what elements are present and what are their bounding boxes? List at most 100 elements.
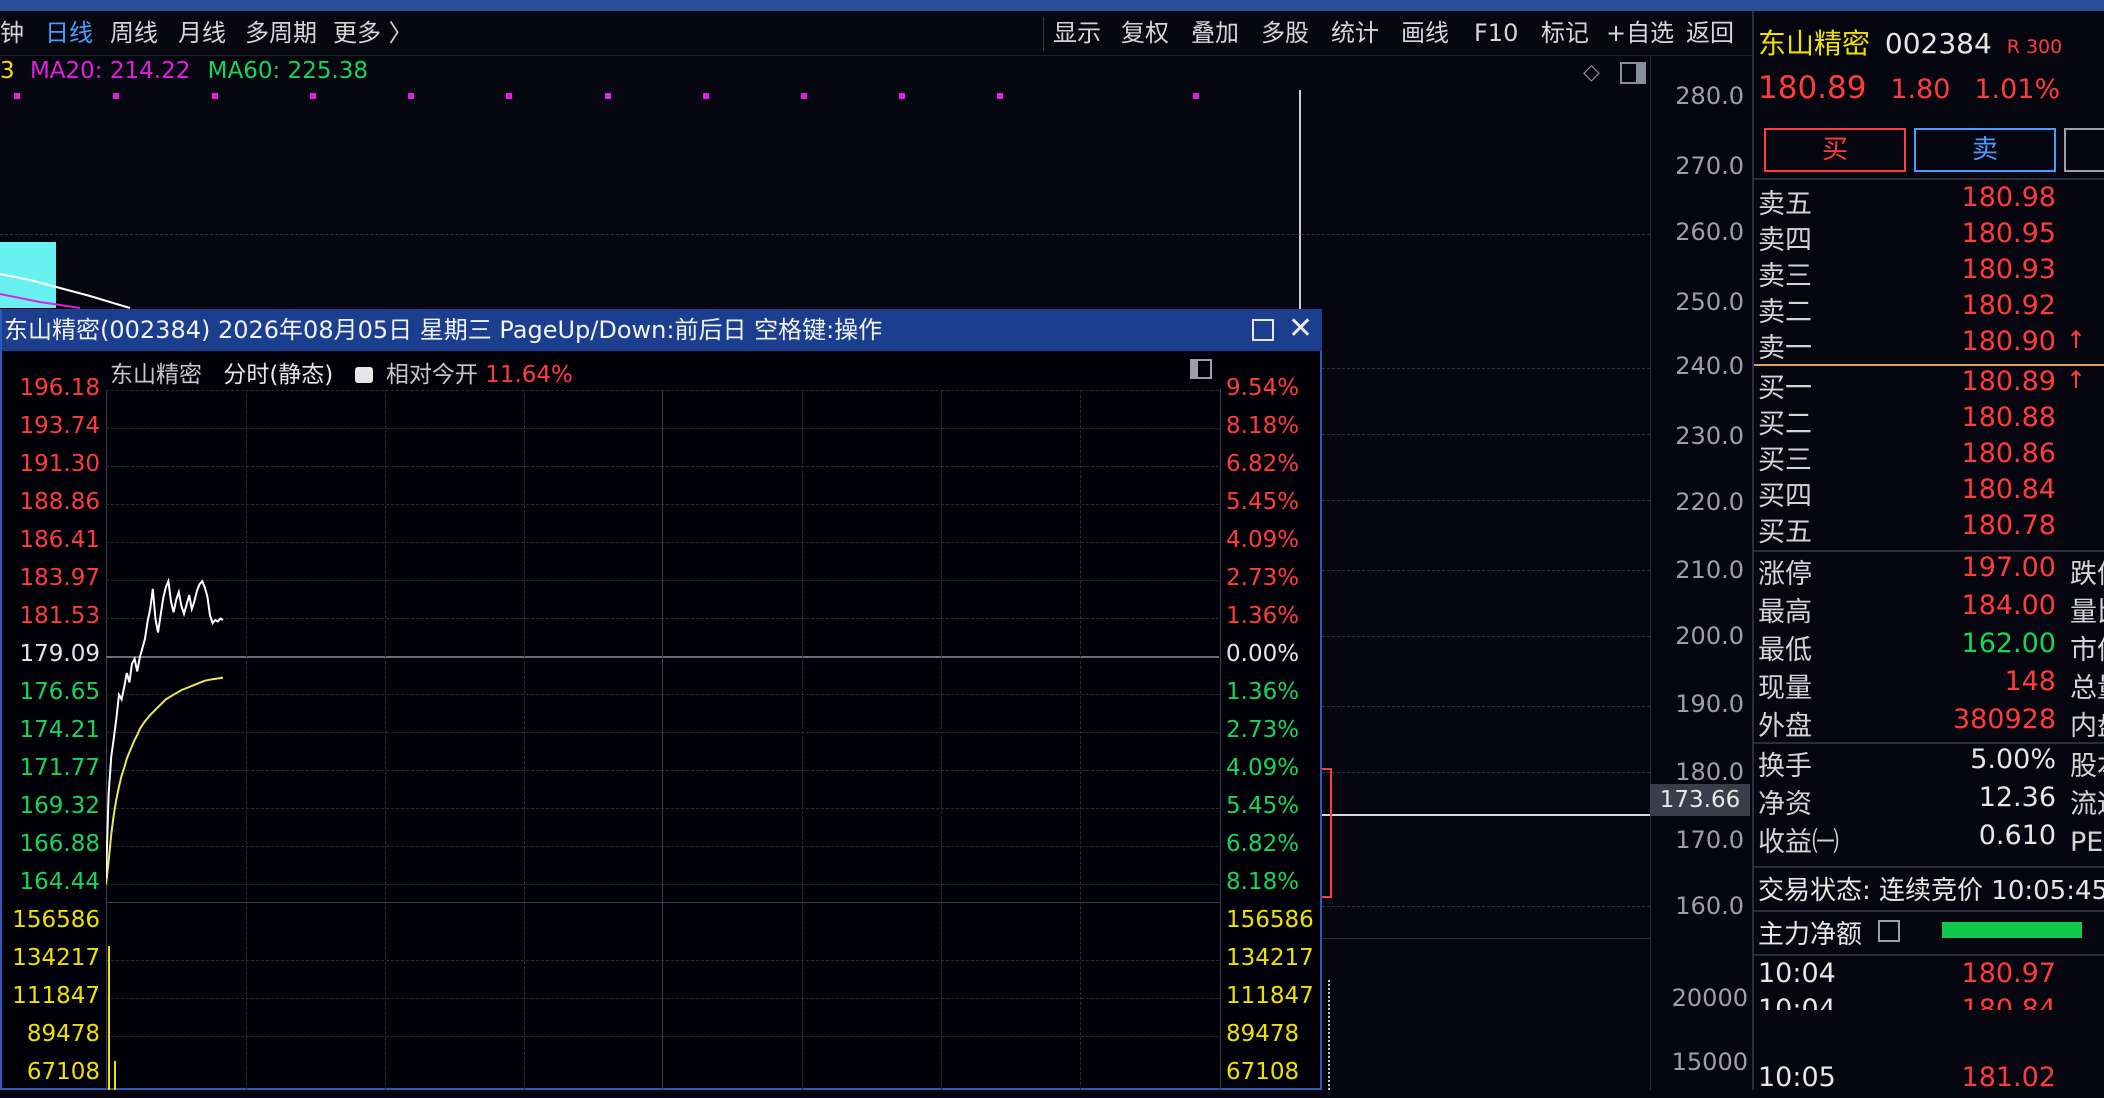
intraday-price-label: 191.30	[19, 451, 100, 477]
toolbar-button-back[interactable]: 返回	[1686, 11, 1734, 55]
ask-row: 卖二 180.92	[1758, 290, 2102, 328]
toolbar-button-adjust[interactable]: 复权	[1121, 11, 1169, 55]
ask-price: 180.92	[1961, 290, 2056, 321]
more-action-button[interactable]	[2064, 128, 2104, 172]
stat-row: 外盘 380928 内盘	[1758, 704, 2104, 742]
stat-extra-label: 内盘	[2070, 711, 2104, 742]
grid-line	[0, 234, 1650, 235]
toolbar-button-mark[interactable]: 标记	[1541, 11, 1589, 55]
main-flow-bar	[1942, 922, 2082, 938]
price-summary: 180.89 1.80 1.01%	[1758, 70, 2060, 106]
trade-status: 交易状态: 连续竞价 10:05:45	[1758, 876, 2104, 906]
list-icon[interactable]	[1878, 920, 1900, 942]
grid-line	[1322, 570, 1650, 571]
volume-divider	[1322, 938, 1650, 939]
price-tick: 160.0	[1675, 892, 1744, 920]
stat-extra-label: 总量	[2070, 673, 2104, 704]
price-tick: 230.0	[1675, 422, 1744, 450]
bid-price: 180.86	[1961, 438, 2056, 469]
bid-price: 180.88	[1961, 402, 2056, 433]
stat-extra-label: PE(动)	[2070, 827, 2104, 858]
panel-toggle-icon[interactable]	[1620, 62, 1646, 84]
volume-label: 89478	[1226, 1021, 1300, 1047]
toolbar-button-draw[interactable]: 画线	[1401, 11, 1449, 55]
maximize-icon[interactable]	[1252, 319, 1274, 341]
toolbar-button-stats[interactable]: 统计	[1331, 11, 1379, 55]
intraday-price-label: 193.74	[19, 413, 100, 439]
toolbar-button-overlay[interactable]: 叠加	[1191, 11, 1239, 55]
intraday-price-label: 174.21	[19, 717, 100, 743]
grid-line	[1322, 706, 1650, 707]
popup-stock-name: 东山精密	[110, 362, 202, 388]
stat-row: 最低 162.00 市值	[1758, 628, 2104, 666]
ask-label: 卖一	[1758, 333, 1812, 364]
signal-dot	[408, 93, 414, 99]
toolbar-item-minute[interactable]: 钟	[0, 11, 24, 55]
tick-price: 180.97	[1961, 958, 2056, 989]
grid-line	[1322, 772, 1650, 773]
signal-dot	[14, 93, 20, 99]
toolbar-item-daily[interactable]: 日线	[45, 11, 93, 55]
stat-label: 外盘	[1758, 711, 1812, 742]
intraday-pct-label: 1.36%	[1226, 679, 1300, 705]
intraday-price-label: 166.88	[19, 831, 100, 857]
panel-separator	[1754, 954, 2104, 956]
price-change: 1.80	[1890, 74, 1951, 105]
toolbar-item-more[interactable]: 更多 〉	[333, 11, 413, 55]
tick-time: 10:05	[1758, 1062, 1836, 1093]
volume-label: 134217	[1226, 945, 1314, 971]
volume-bar	[108, 946, 110, 1090]
bid-label: 买三	[1758, 445, 1812, 476]
grid-line	[1322, 500, 1650, 501]
close-icon[interactable]: ✕	[1288, 309, 1313, 349]
volume-label: 156586	[1226, 907, 1314, 933]
intraday-pct-label: 5.45%	[1226, 793, 1300, 819]
signal-dot	[113, 93, 119, 99]
toolbar-button-f10[interactable]: F10	[1474, 11, 1518, 55]
toolbar-button-multi-stock[interactable]: 多股	[1261, 11, 1309, 55]
toolbar-item-weekly[interactable]: 周线	[110, 11, 158, 55]
intraday-pct-label: 4.09%	[1226, 527, 1300, 553]
volume-label: 111847	[12, 983, 100, 1009]
grid-line	[1322, 636, 1650, 637]
price-tick: 240.0	[1675, 352, 1744, 380]
volume-label: 89478	[26, 1021, 100, 1047]
crosshair-vertical	[1299, 90, 1301, 309]
intraday-pct-label: 6.82%	[1226, 451, 1300, 477]
intraday-price-label: 186.41	[19, 527, 100, 553]
toolbar-button-add-watchlist[interactable]: +自选	[1606, 11, 1674, 55]
intraday-price-label: 181.53	[19, 603, 100, 629]
volume-bar-partial	[1328, 980, 1330, 1090]
sell-button[interactable]: 卖	[1914, 128, 2056, 172]
ma60-value: MA60: 225.38	[207, 58, 369, 84]
buy-button[interactable]: 买	[1764, 128, 1906, 172]
signal-dot	[212, 93, 218, 99]
panel-separator	[1754, 866, 2104, 868]
toolbar-divider	[1043, 17, 1044, 51]
toolbar-item-multi-period[interactable]: 多周期	[245, 11, 317, 55]
signal-dot	[605, 93, 611, 99]
diamond-icon[interactable]: ◇	[1583, 60, 1600, 85]
toolbar-button-display[interactable]: 显示	[1053, 11, 1101, 55]
bid-price: 180.89	[1961, 366, 2056, 397]
tick-row: 10:04 180.97	[1758, 958, 2102, 994]
intraday-pct-label: 8.18%	[1226, 413, 1300, 439]
toolbar-item-monthly[interactable]: 月线	[178, 11, 226, 55]
intraday-price-label: 176.65	[19, 679, 100, 705]
crosshair-price-label: 173.66	[1650, 784, 1750, 816]
signal-dot	[997, 93, 1003, 99]
chart-toolbar: 钟 日线 周线 月线 多周期 更多 〉 显示 复权 叠加 多股 统计 画线 F1…	[0, 11, 1752, 56]
signal-dot	[801, 93, 807, 99]
price-tick: 180.0	[1675, 758, 1744, 786]
panel-toggle-icon[interactable]	[1190, 359, 1212, 379]
price-line	[106, 577, 224, 879]
bid-label: 买四	[1758, 481, 1812, 512]
camera-icon[interactable]	[354, 367, 373, 383]
stat-value: 5.00%	[1970, 744, 2056, 775]
volume-label: 134217	[12, 945, 100, 971]
popup-title-bar[interactable]: 东山精密(002384) 2026年08月05日 星期三 PageUp/Down…	[2, 309, 1322, 351]
signal-dot	[506, 93, 512, 99]
ma-legend-prefix: 3	[0, 58, 15, 84]
volume-tick: 15000	[1671, 1048, 1748, 1076]
kline-candle-partial	[1322, 768, 1332, 898]
